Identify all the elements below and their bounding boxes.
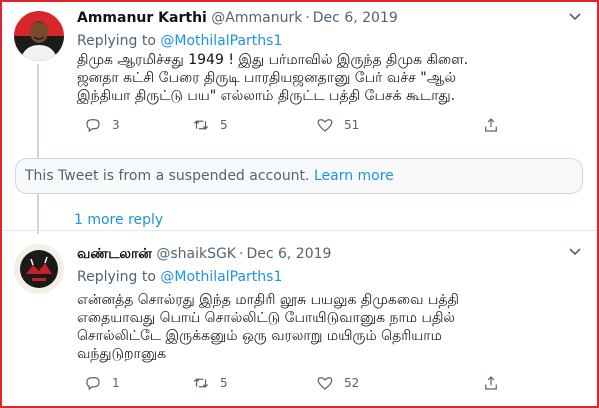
more-replies-link[interactable]: 1 more reply [74, 212, 163, 228]
retweet-icon [193, 120, 209, 130]
thread-line [37, 64, 39, 234]
tweet[interactable]: Ammanur Karthi @Ammanurk · Dec 6, 2019 Rep… [0, 0, 599, 234]
like-button[interactable]: 52 [316, 374, 359, 392]
share-button[interactable] [482, 116, 500, 134]
tweet-text-line: இந்தியா திருட்டு பய" எல்லாம் திருட்ட பத்… [77, 88, 456, 104]
tweet-text: என்னத்த சொல்ரது இந்த மாதிரி லூசு பயலுக த… [77, 291, 582, 363]
suspended-notice: This Tweet is from a suspended account. [25, 168, 310, 184]
learn-more-link[interactable]: Learn more [314, 168, 394, 184]
avatar[interactable] [14, 11, 64, 61]
reply-count: 1 [112, 376, 120, 390]
heart-icon [317, 119, 333, 132]
replying-to-label: Replying to [77, 269, 156, 285]
retweet-count: 5 [220, 376, 228, 390]
replying-to: Replying to @MothilalParths1 [77, 32, 282, 50]
retweet-icon [193, 378, 209, 388]
mention-link[interactable]: @MothilalParths1 [160, 269, 282, 285]
share-button[interactable] [482, 374, 500, 392]
tweet[interactable]: வண்டலான் @shaikSGK · Dec 6, 2019 Replying … [0, 231, 599, 408]
username[interactable]: @Ammanurk [211, 10, 302, 26]
share-icon [485, 376, 497, 390]
display-name[interactable]: Ammanur Karthi [77, 10, 207, 26]
reply-button[interactable]: 1 [84, 374, 120, 392]
tweet-text-line: ஜனதா கட்சி பேரை திருடி பாரதியஜனதானு பேர்… [77, 70, 457, 86]
like-count: 51 [344, 118, 360, 132]
tweet-text-line: வந்துடுறானுக [77, 346, 167, 362]
tweet-text-line: எதையாவது பொய் சொல்லிட்டு போயிடுவானுக நாம… [77, 310, 456, 326]
like-count: 52 [344, 376, 360, 390]
timestamp[interactable]: Dec 6, 2019 [313, 10, 398, 26]
share-icon [485, 118, 497, 132]
tweet-text-line: சொல்லிட்டே இருக்கனும் ஒரு வரலாறு மயிரும்… [77, 328, 442, 344]
mention-link[interactable]: @MothilalParths1 [160, 33, 282, 49]
tweet-text-line: என்னத்த சொல்ரது இந்த மாதிரி லூசு பயலுக த… [77, 292, 459, 308]
tweet-text: திமுக ஆரமிச்சது 1949 ! இது பர்மாவில் இரு… [77, 51, 582, 105]
separator-dot: · [239, 246, 244, 262]
tweet-actions: 1 5 52 [84, 374, 504, 394]
reply-icon [86, 377, 100, 391]
heart-icon [317, 377, 333, 390]
separator-dot: · [305, 10, 310, 26]
username[interactable]: @shaikSGK [156, 246, 236, 262]
avatar[interactable] [14, 244, 64, 294]
chevron-down-icon[interactable] [569, 10, 581, 24]
reply-count: 3 [112, 118, 120, 132]
reply-button[interactable]: 3 [84, 116, 120, 134]
replying-to: Replying to @MothilalParths1 [77, 268, 282, 286]
reply-icon [86, 119, 100, 133]
retweet-button[interactable]: 5 [192, 374, 228, 392]
retweet-button[interactable]: 5 [192, 116, 228, 134]
replying-to-label: Replying to [77, 33, 156, 49]
chevron-down-icon[interactable] [569, 245, 581, 259]
tweet-text-line: திமுக ஆரமிச்சது 1949 ! இது பர்மாவில் இரு… [77, 52, 469, 68]
timestamp[interactable]: Dec 6, 2019 [246, 246, 331, 262]
tweet-actions: 3 5 51 [84, 116, 504, 136]
suspended-quote-box: This Tweet is from a suspended account. … [15, 158, 583, 194]
display-name[interactable]: வண்டலான் [77, 246, 152, 262]
tweet-header: Ammanur Karthi @Ammanurk · Dec 6, 2019 [77, 8, 398, 28]
tweet-header: வண்டலான் @shaikSGK · Dec 6, 2019 [77, 244, 331, 264]
like-button[interactable]: 51 [316, 116, 359, 134]
retweet-count: 5 [220, 118, 228, 132]
